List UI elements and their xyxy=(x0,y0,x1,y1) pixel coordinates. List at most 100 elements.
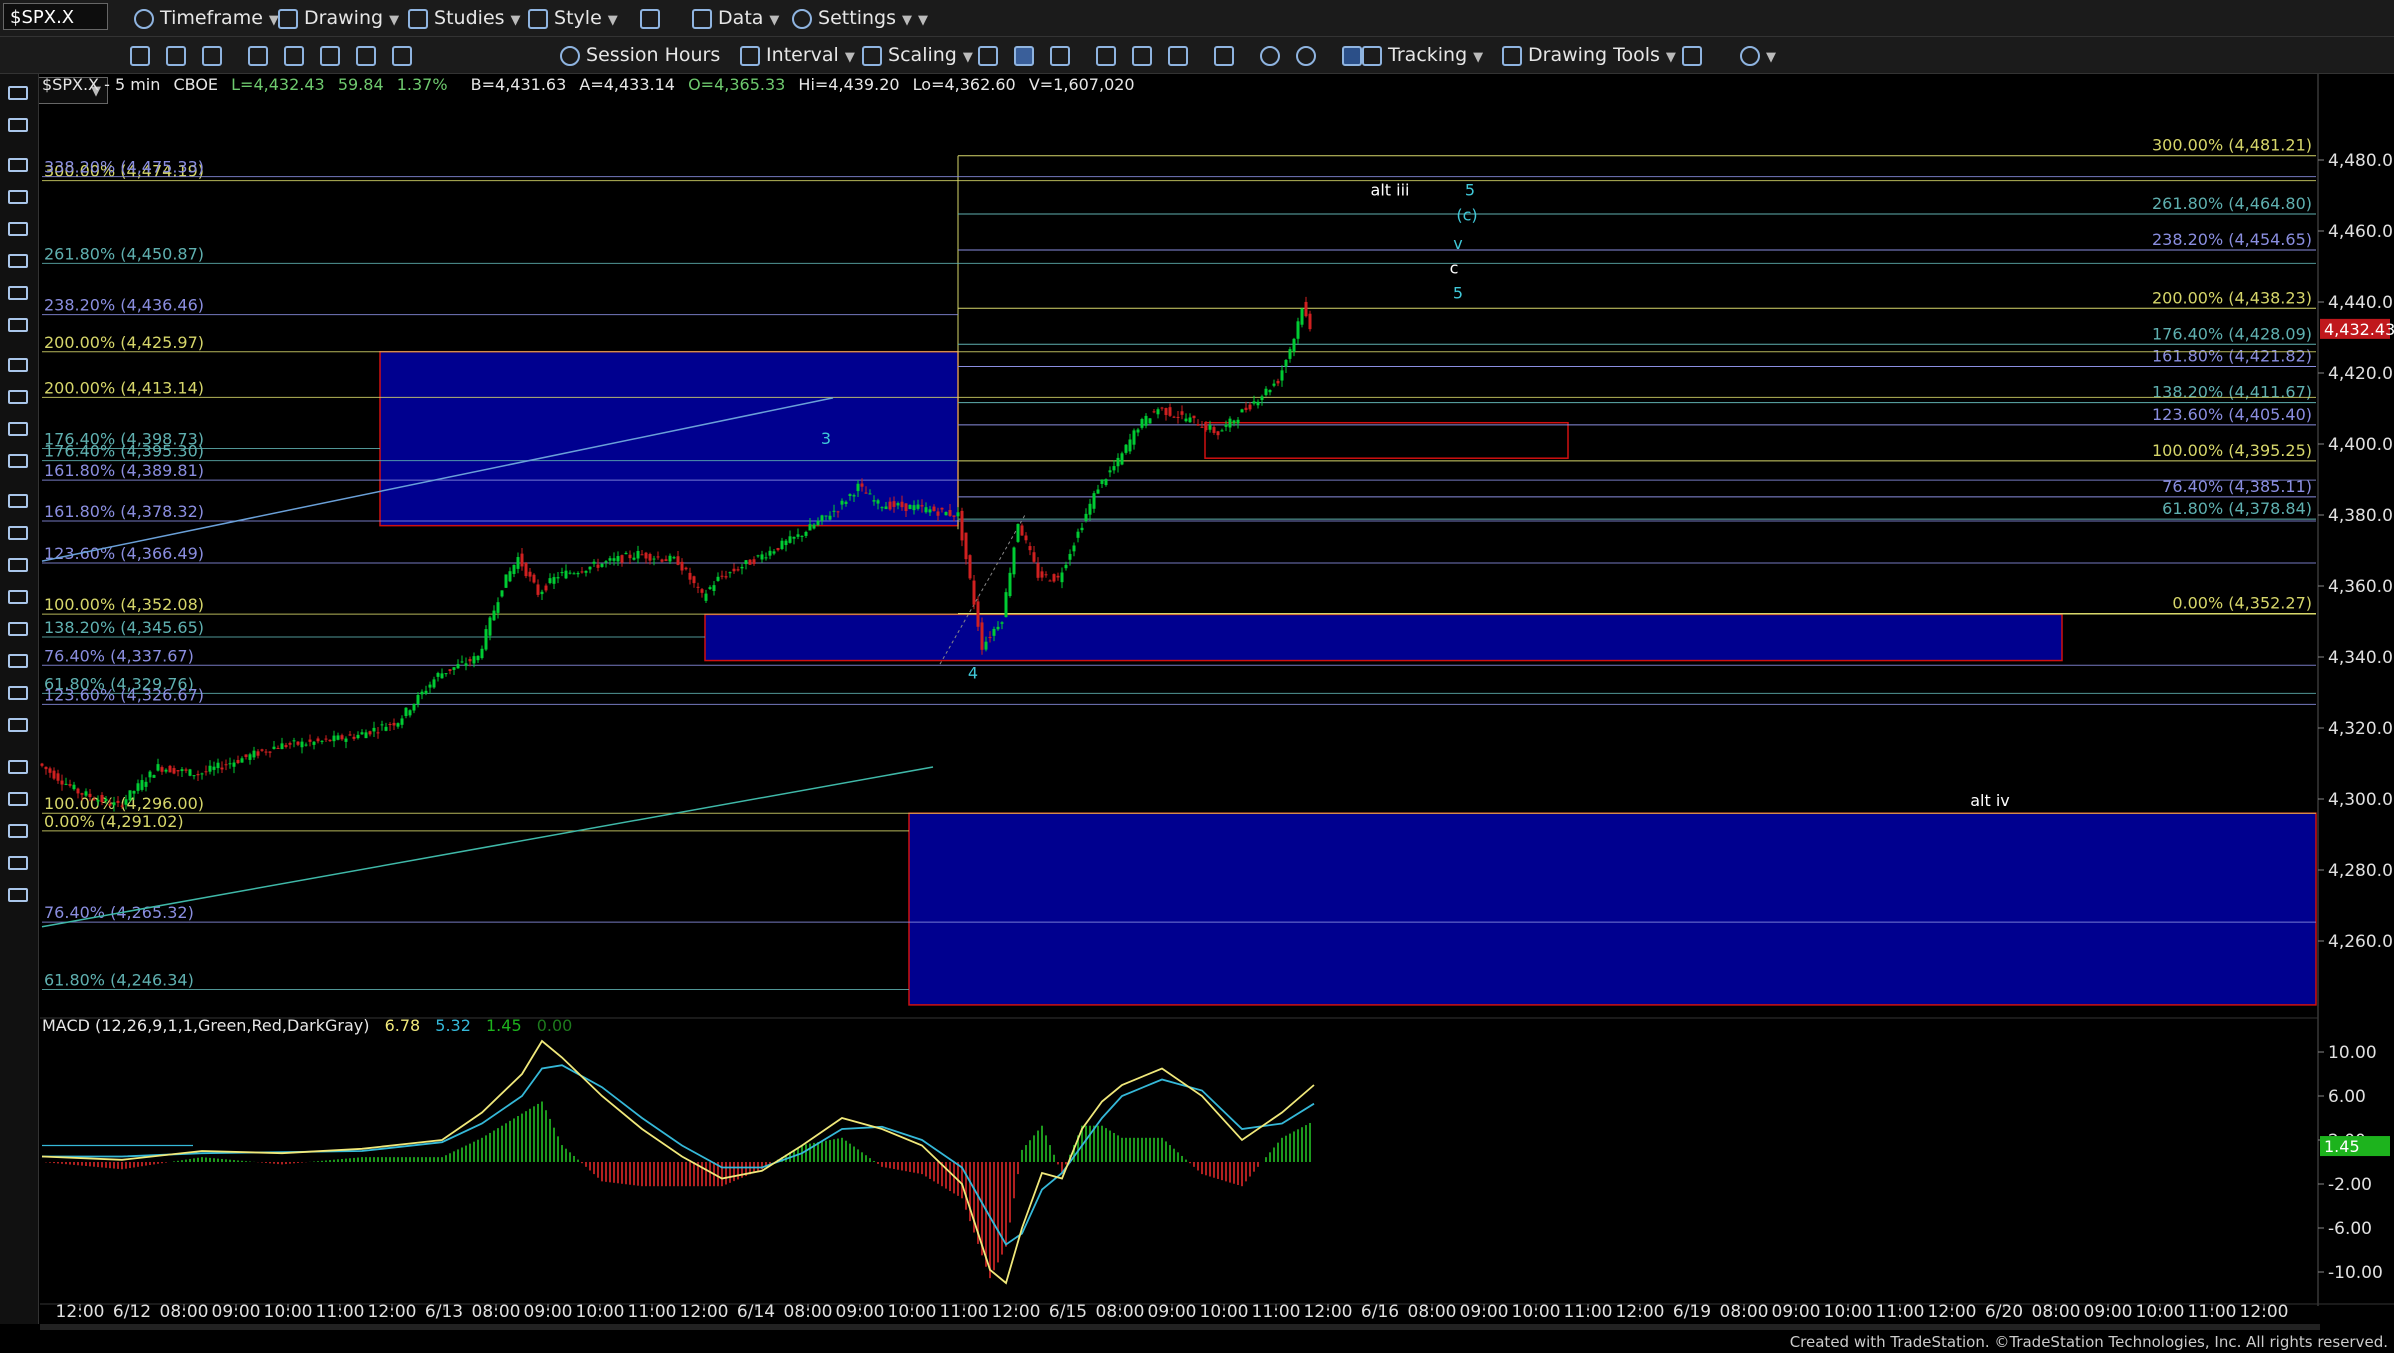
candle-body xyxy=(1180,411,1184,415)
candle-body xyxy=(1272,383,1276,386)
chart-header: $SPX.X - 5 min CBOE L=4,432.43 59.84 1.3… xyxy=(42,75,1135,94)
candle-body xyxy=(144,781,148,787)
candle-body xyxy=(236,759,240,764)
candle-body xyxy=(660,559,664,562)
zero-value: 0.00 xyxy=(537,1016,573,1035)
macd-axis: -10.00-6.00-2.002.006.0010.001.45 xyxy=(2318,1043,2390,1283)
candle-body xyxy=(152,775,156,778)
time-axis: 12:00 6/12 08:00 09:00 10:00 11:00 12:00 6/13 08… xyxy=(56,1302,2289,1322)
candle-body xyxy=(344,738,348,742)
candle-body xyxy=(1052,574,1056,582)
time-tick-label: 09:00 xyxy=(836,1302,885,1322)
candle-body xyxy=(680,561,684,571)
candle-body xyxy=(300,741,304,748)
time-tick-label: 08:00 xyxy=(160,1302,209,1322)
candle-body xyxy=(1200,426,1204,428)
time-tick-label: 6/13 xyxy=(425,1302,463,1322)
time-tick-label: 09:00 xyxy=(1772,1302,1821,1322)
time-tick-label: 09:00 xyxy=(524,1302,573,1322)
candle-body xyxy=(172,768,176,774)
candle-body xyxy=(676,556,680,565)
time-tick-label: 09:00 xyxy=(2084,1302,2133,1322)
candle-body xyxy=(712,585,716,591)
candle-body xyxy=(1276,380,1280,384)
candle-body xyxy=(1020,525,1024,536)
candle-body xyxy=(196,773,200,776)
candle-body xyxy=(44,766,48,770)
candle-body xyxy=(1032,552,1036,562)
candle-body xyxy=(968,555,972,579)
price-tick-label: 4,340.00 xyxy=(2328,648,2394,668)
candle-body xyxy=(580,571,584,573)
time-tick-label: 08:00 xyxy=(472,1302,521,1322)
header-symbol: $SPX.X - 5 min xyxy=(42,75,160,94)
candle-body xyxy=(156,764,160,771)
time-tick-label: 12:00 xyxy=(368,1302,417,1322)
candle-body xyxy=(516,557,520,569)
candle-body xyxy=(116,800,120,803)
candle-body xyxy=(732,568,736,572)
candle-body xyxy=(752,559,756,564)
candle-body xyxy=(696,586,700,588)
candle-body xyxy=(200,773,204,775)
candle-body xyxy=(332,735,336,742)
candle-body xyxy=(764,557,768,559)
candle-body xyxy=(536,584,540,595)
candle-body xyxy=(212,766,216,770)
candle-body xyxy=(480,648,484,659)
histogram-value: 1.45 xyxy=(486,1016,522,1035)
time-tick-label: 11:00 xyxy=(316,1302,365,1322)
time-tick-label: 10:00 xyxy=(1512,1302,1561,1322)
candle-body xyxy=(492,610,496,621)
candle-body xyxy=(1092,493,1096,509)
candle-body xyxy=(220,767,224,770)
candle-body xyxy=(1080,527,1084,531)
candle-body xyxy=(1232,420,1236,424)
fib-label-left: 338.20% (4,475.33) xyxy=(44,158,204,177)
candle-body xyxy=(788,536,792,543)
candle-body xyxy=(540,591,544,595)
header-pct-change: 1.37% xyxy=(397,75,448,94)
candle-body xyxy=(952,515,956,517)
candle-body xyxy=(1184,418,1188,422)
candle-body xyxy=(860,483,864,487)
candle-body xyxy=(304,744,308,746)
wave-label: c xyxy=(1450,259,1459,278)
candle-body xyxy=(884,506,888,510)
candle-body xyxy=(276,748,280,750)
wave-label: 4 xyxy=(968,663,978,682)
time-tick-label: 11:00 xyxy=(1252,1302,1301,1322)
candle-body xyxy=(864,492,868,494)
macd-header: MACD (12,26,9,1,1,Green,Red,DarkGray) 6.… xyxy=(42,1016,572,1035)
candle-body xyxy=(1292,338,1296,352)
candle-body xyxy=(528,571,532,577)
candle-body xyxy=(1144,415,1148,426)
candle-body xyxy=(128,790,132,801)
candle-body xyxy=(1168,407,1172,416)
candle-body xyxy=(224,764,228,766)
wave-label: 5 xyxy=(1453,283,1463,302)
candle-body xyxy=(960,510,964,541)
fib-label-right: 138.20% (4,411.67) xyxy=(2152,383,2312,402)
candle-body xyxy=(1248,404,1252,410)
candle-body xyxy=(1096,489,1100,494)
candle-body xyxy=(640,554,644,556)
signal-value: 5.32 xyxy=(435,1016,471,1035)
candle-body xyxy=(444,673,448,675)
fib-label-right: 238.20% (4,454.65) xyxy=(2152,230,2312,249)
candle-body xyxy=(780,540,784,549)
candle-body xyxy=(228,763,232,765)
candle-body xyxy=(52,770,56,779)
candle-body xyxy=(568,572,572,574)
last-price-label: 4,432.43 xyxy=(2324,320,2394,339)
candle-body xyxy=(1136,429,1140,433)
candle-body xyxy=(92,799,96,801)
candle-body xyxy=(1288,349,1292,359)
candle-body xyxy=(552,577,556,584)
candle-body xyxy=(132,791,136,794)
price-tick-label: 4,440.00 xyxy=(2328,293,2394,313)
target-zone-box xyxy=(704,613,2063,662)
price-chart[interactable]: 300.00% (4,481.21) 261.80% (4,464.80) 238.… xyxy=(0,0,2394,1353)
candle-body xyxy=(208,765,212,772)
candle-body xyxy=(936,511,940,516)
